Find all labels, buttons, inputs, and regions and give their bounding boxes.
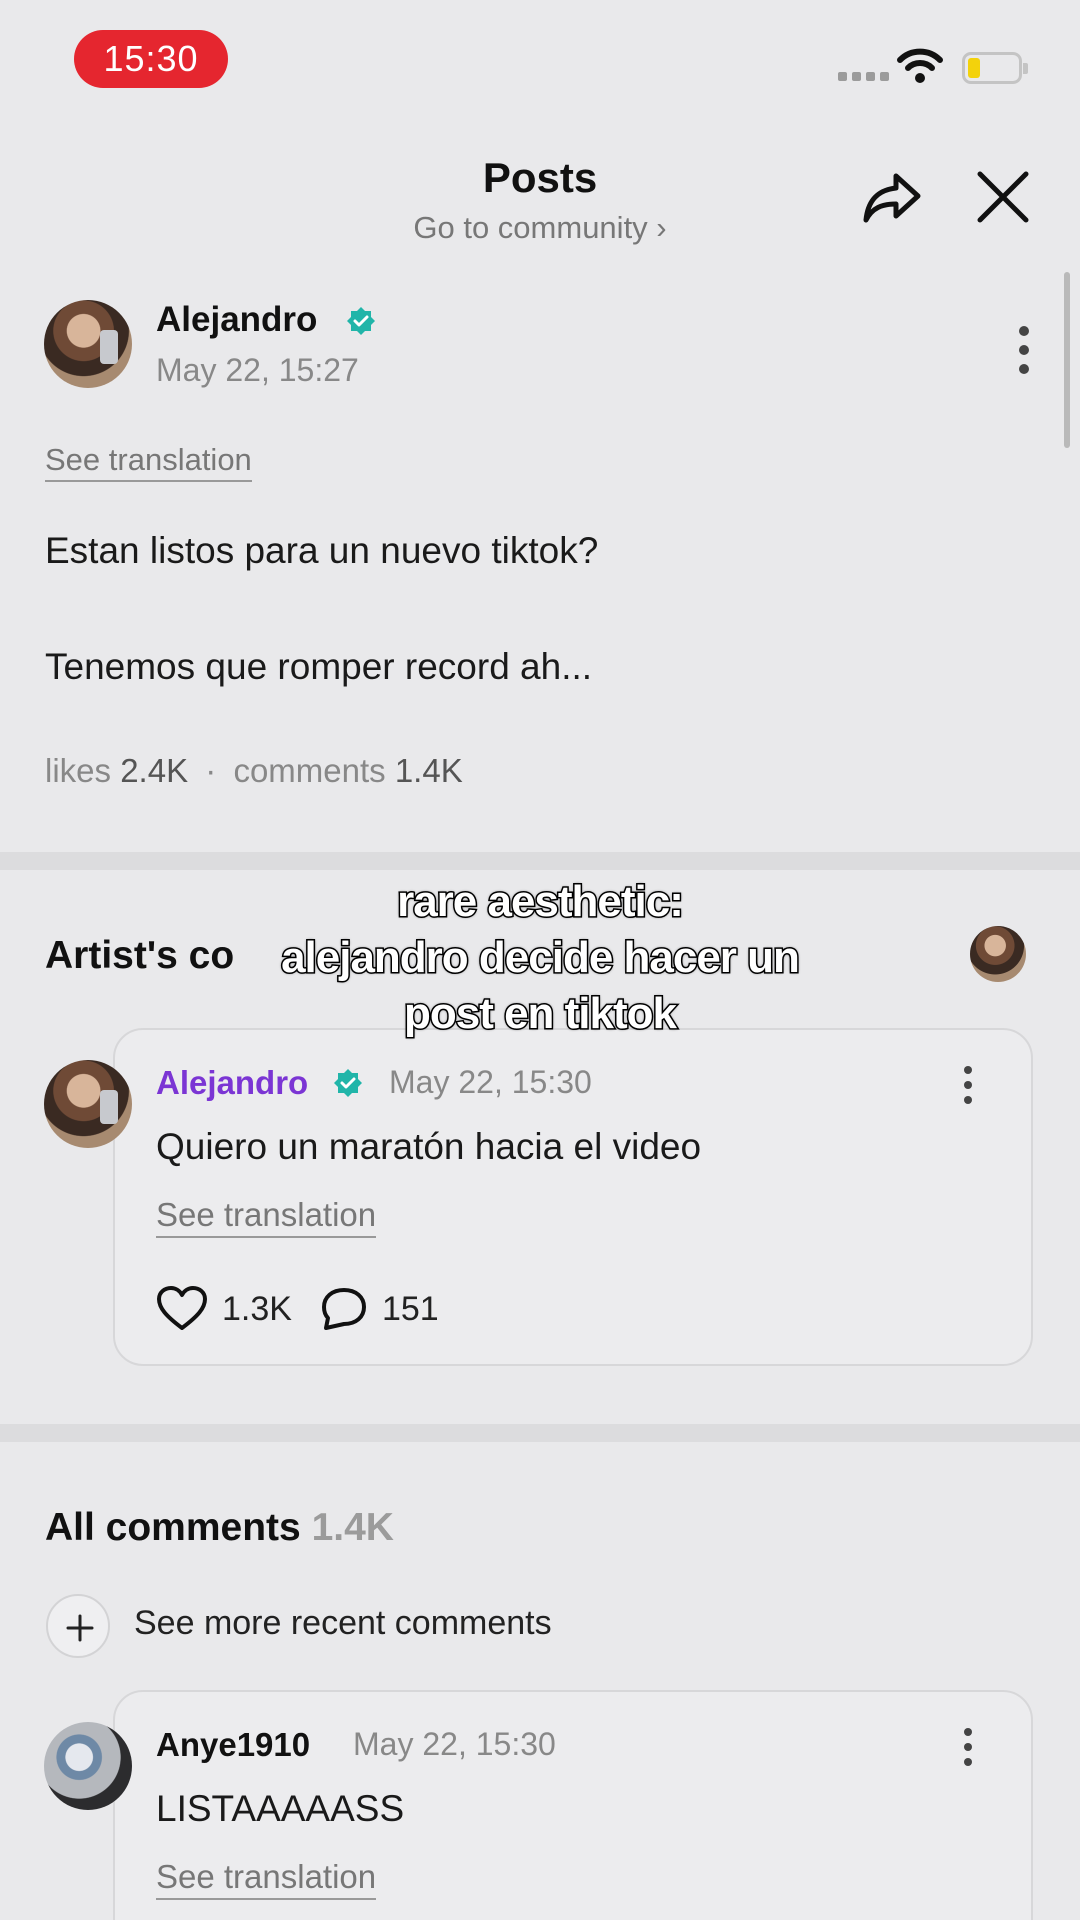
comment-more-icon[interactable]	[964, 1728, 972, 1766]
battery-icon	[962, 52, 1028, 84]
comments-count: 1.4K	[394, 752, 463, 789]
video-caption: rare aesthetic: alejandro decide hacer u…	[0, 874, 1080, 1042]
status-time: 15:30	[74, 30, 228, 88]
comment-text: Quiero un maratón hacia el video	[156, 1126, 702, 1167]
comment-text: LISTAAAAASS	[156, 1788, 405, 1829]
comment-bubble-icon[interactable]	[320, 1286, 368, 1332]
status-bar: 15:30	[0, 0, 1080, 110]
likes-count: 2.4K	[120, 752, 189, 789]
all-comments-label: All comments	[45, 1506, 301, 1549]
avatar[interactable]	[44, 1060, 132, 1148]
wifi-icon	[897, 48, 943, 83]
close-icon[interactable]	[976, 170, 1030, 224]
post-date: May 22, 15:27	[156, 352, 359, 388]
section-divider	[0, 852, 1080, 870]
share-icon[interactable]	[860, 168, 924, 228]
comment-more-icon[interactable]	[964, 1066, 972, 1104]
heart-icon[interactable]	[156, 1286, 208, 1332]
caption-line-1: rare aesthetic:	[396, 876, 686, 928]
comment-actions: 1.3K 151	[156, 1286, 467, 1332]
like-count: 1.3K	[222, 1289, 292, 1328]
avatar[interactable]	[44, 1722, 132, 1810]
likes-label: likes	[45, 752, 112, 789]
reply-count: 151	[381, 1289, 439, 1328]
see-translation-link[interactable]: See translation	[45, 442, 252, 482]
see-translation-link[interactable]: See translation	[156, 1196, 377, 1238]
post-more-icon[interactable]	[1019, 326, 1029, 374]
see-more-comments-link[interactable]: See more recent comments	[134, 1604, 552, 1643]
post-text-line-2: Tenemos que romper record ah...	[45, 646, 593, 687]
comment-author[interactable]: Alejandro	[156, 1064, 308, 1102]
plus-icon	[66, 1614, 94, 1642]
comment-author[interactable]: Anye1910	[156, 1726, 310, 1764]
section-divider	[0, 1424, 1080, 1442]
author-name[interactable]: Alejandro	[156, 300, 317, 340]
all-comments-count: 1.4K	[311, 1506, 394, 1549]
header: Posts Go to community ›	[0, 140, 1080, 260]
stats-separator: ·	[205, 752, 217, 789]
post-author: Alejandro May 22, 15:27	[44, 300, 1044, 400]
cellular-signal-icon	[838, 72, 889, 81]
post-text-line-1: Estan listos para un nuevo tiktok?	[45, 530, 599, 571]
comments-label: comments	[233, 752, 386, 789]
all-comments-title: All comments 1.4K	[45, 1506, 394, 1550]
see-more-button[interactable]	[46, 1594, 110, 1658]
see-translation-link[interactable]: See translation	[156, 1858, 377, 1900]
avatar[interactable]	[44, 300, 132, 388]
caption-line-3: post en tiktok	[402, 988, 678, 1040]
verified-icon	[347, 307, 375, 335]
comment-date: May 22, 15:30	[389, 1064, 592, 1100]
comment-date: May 22, 15:30	[353, 1726, 556, 1762]
verified-icon	[334, 1069, 362, 1097]
caption-line-2: alejandro decide hacer un	[280, 932, 802, 984]
post-stats: likes 2.4K · comments 1.4K	[45, 752, 463, 790]
scrollbar[interactable]	[1064, 272, 1070, 448]
